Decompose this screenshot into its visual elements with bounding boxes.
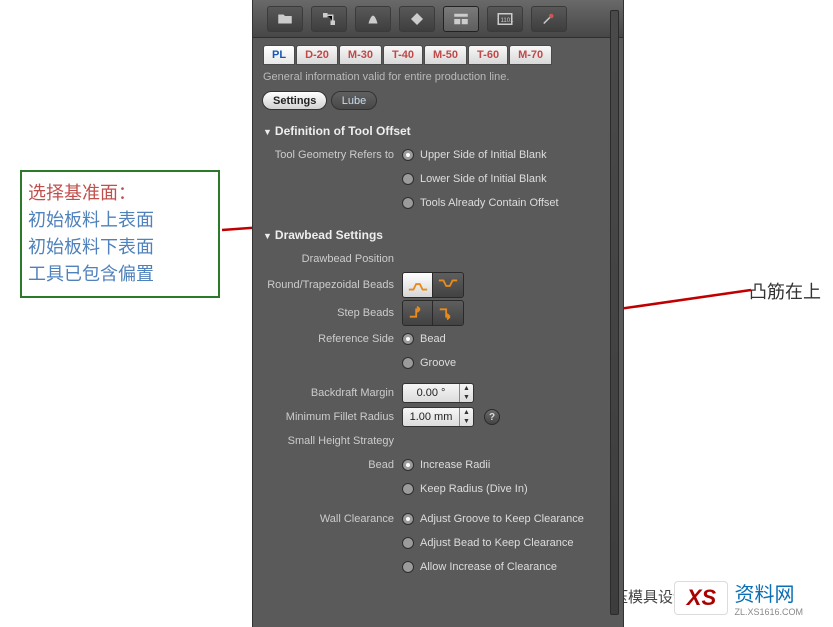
logo-area: XS 资料网 ZL.XS1616.COM bbox=[674, 578, 803, 617]
bead-sublabel: Bead bbox=[263, 459, 402, 471]
annotation-line-3: 工具已包含偏置 bbox=[28, 261, 212, 288]
radio-increase-radii[interactable] bbox=[402, 459, 414, 471]
radio-keep-radius-label: Keep Radius (Dive In) bbox=[420, 483, 528, 495]
radio-groove[interactable] bbox=[402, 357, 414, 369]
subtab-row: Settings Lube bbox=[253, 91, 623, 114]
pin-icon[interactable] bbox=[531, 6, 567, 32]
stage-tabs: PL D-20 M-30 T-40 M-50 T-60 M-70 bbox=[253, 38, 623, 69]
stage-tab-m30[interactable]: M-30 bbox=[339, 45, 382, 65]
minfillet-help[interactable]: ? bbox=[484, 409, 500, 425]
annotation-title: 选择基准面： bbox=[28, 180, 212, 207]
radio-adjust-groove[interactable] bbox=[402, 513, 414, 525]
section-tool-offset: Definition of Tool Offset Tool Geometry … bbox=[253, 114, 623, 218]
minfillet-up[interactable]: ▲ bbox=[460, 408, 473, 417]
round-trap-label: Round/Trapezoidal Beads bbox=[263, 279, 402, 291]
step-bead-left-button[interactable] bbox=[403, 301, 433, 325]
process-icon[interactable] bbox=[311, 6, 347, 32]
round-trap-down-button[interactable] bbox=[433, 273, 463, 297]
annotation-line-2: 初始板料下表面 bbox=[28, 234, 212, 261]
radio-increase-radii-label: Increase Radii bbox=[420, 459, 490, 471]
stage-tab-t60[interactable]: T-60 bbox=[468, 45, 508, 65]
radio-bead[interactable] bbox=[402, 333, 414, 345]
xs-badge: XS bbox=[674, 581, 728, 615]
minfillet-spinner[interactable]: 1.00 mm ▲▼ bbox=[402, 407, 474, 427]
top-toolbar: 1101 bbox=[253, 0, 623, 38]
radio-keep-radius[interactable] bbox=[402, 483, 414, 495]
step-bead-right-button[interactable] bbox=[433, 301, 463, 325]
wall-label: Wall Clearance bbox=[263, 513, 402, 525]
refside-label: Reference Side bbox=[263, 333, 402, 345]
backdraft-value: 0.00 ° bbox=[403, 387, 459, 399]
radio-lower-side-label: Lower Side of Initial Blank bbox=[420, 173, 547, 185]
subtab-lube[interactable]: Lube bbox=[331, 91, 377, 110]
section-drawbead: Drawbead Settings Drawbead Position Roun… bbox=[253, 218, 623, 582]
tool-geom-refers-label: Tool Geometry Refers to bbox=[263, 149, 402, 161]
radio-groove-label: Groove bbox=[420, 357, 456, 369]
stage-tab-m50[interactable]: M-50 bbox=[424, 45, 467, 65]
section-header-drawbead[interactable]: Drawbead Settings bbox=[263, 224, 613, 248]
backdraft-down[interactable]: ▼ bbox=[460, 393, 473, 402]
info-line: General information valid for entire pro… bbox=[253, 69, 623, 91]
backdraft-up[interactable]: ▲ bbox=[460, 384, 473, 393]
minfillet-label: Minimum Fillet Radius bbox=[263, 411, 402, 423]
svg-text:1101: 1101 bbox=[501, 18, 515, 24]
backdraft-label: Backdraft Margin bbox=[263, 387, 402, 399]
annotation-left: 选择基准面： 初始板料上表面 初始板料下表面 工具已包含偏置 bbox=[20, 170, 220, 298]
radio-adjust-groove-label: Adjust Groove to Keep Clearance bbox=[420, 513, 584, 525]
annotation-line-1: 初始板料上表面 bbox=[28, 207, 212, 234]
logo-zl: 资料网 bbox=[734, 578, 803, 607]
radio-upper-side-label: Upper Side of Initial Blank bbox=[420, 149, 547, 161]
folder-icon[interactable] bbox=[267, 6, 303, 32]
section-header-tool-offset[interactable]: Definition of Tool Offset bbox=[263, 120, 613, 144]
stage-tab-t40[interactable]: T-40 bbox=[383, 45, 423, 65]
round-trap-seg bbox=[402, 272, 464, 298]
diamond-icon[interactable] bbox=[399, 6, 435, 32]
radio-lower-side[interactable] bbox=[402, 173, 414, 185]
minfillet-value: 1.00 mm bbox=[403, 411, 459, 423]
shape-icon[interactable] bbox=[355, 6, 391, 32]
panel-resize-handle[interactable] bbox=[610, 10, 619, 615]
subtab-settings[interactable]: Settings bbox=[262, 91, 327, 110]
minfillet-down[interactable]: ▼ bbox=[460, 417, 473, 426]
console-icon[interactable]: 1101 bbox=[487, 6, 523, 32]
logo-url: ZL.XS1616.COM bbox=[734, 607, 803, 617]
radio-bead-label: Bead bbox=[420, 333, 446, 345]
backdraft-spinner[interactable]: 0.00 ° ▲▼ bbox=[402, 383, 474, 403]
radio-allow-increase[interactable] bbox=[402, 561, 414, 573]
round-trap-up-button[interactable] bbox=[403, 273, 433, 297]
radio-allow-increase-label: Allow Increase of Clearance bbox=[420, 561, 557, 573]
drawbead-position-label: Drawbead Position bbox=[263, 253, 402, 265]
radio-upper-side[interactable] bbox=[402, 149, 414, 161]
layout-icon[interactable] bbox=[443, 6, 479, 32]
step-beads-seg bbox=[402, 300, 464, 326]
smallheight-label: Small Height Strategy bbox=[263, 435, 402, 447]
radio-already-offset-label: Tools Already Contain Offset bbox=[420, 197, 559, 209]
annotation-right: 凸筋在上 bbox=[749, 278, 821, 304]
step-beads-label: Step Beads bbox=[263, 307, 402, 319]
settings-panel: 1101 PL D-20 M-30 T-40 M-50 T-60 M-70 Ge… bbox=[252, 0, 624, 627]
stage-tab-d20[interactable]: D-20 bbox=[296, 45, 338, 65]
radio-already-offset[interactable] bbox=[402, 197, 414, 209]
radio-adjust-bead[interactable] bbox=[402, 537, 414, 549]
radio-adjust-bead-label: Adjust Bead to Keep Clearance bbox=[420, 537, 574, 549]
stage-tab-m70[interactable]: M-70 bbox=[509, 45, 552, 65]
stage-tab-pl[interactable]: PL bbox=[263, 45, 295, 65]
